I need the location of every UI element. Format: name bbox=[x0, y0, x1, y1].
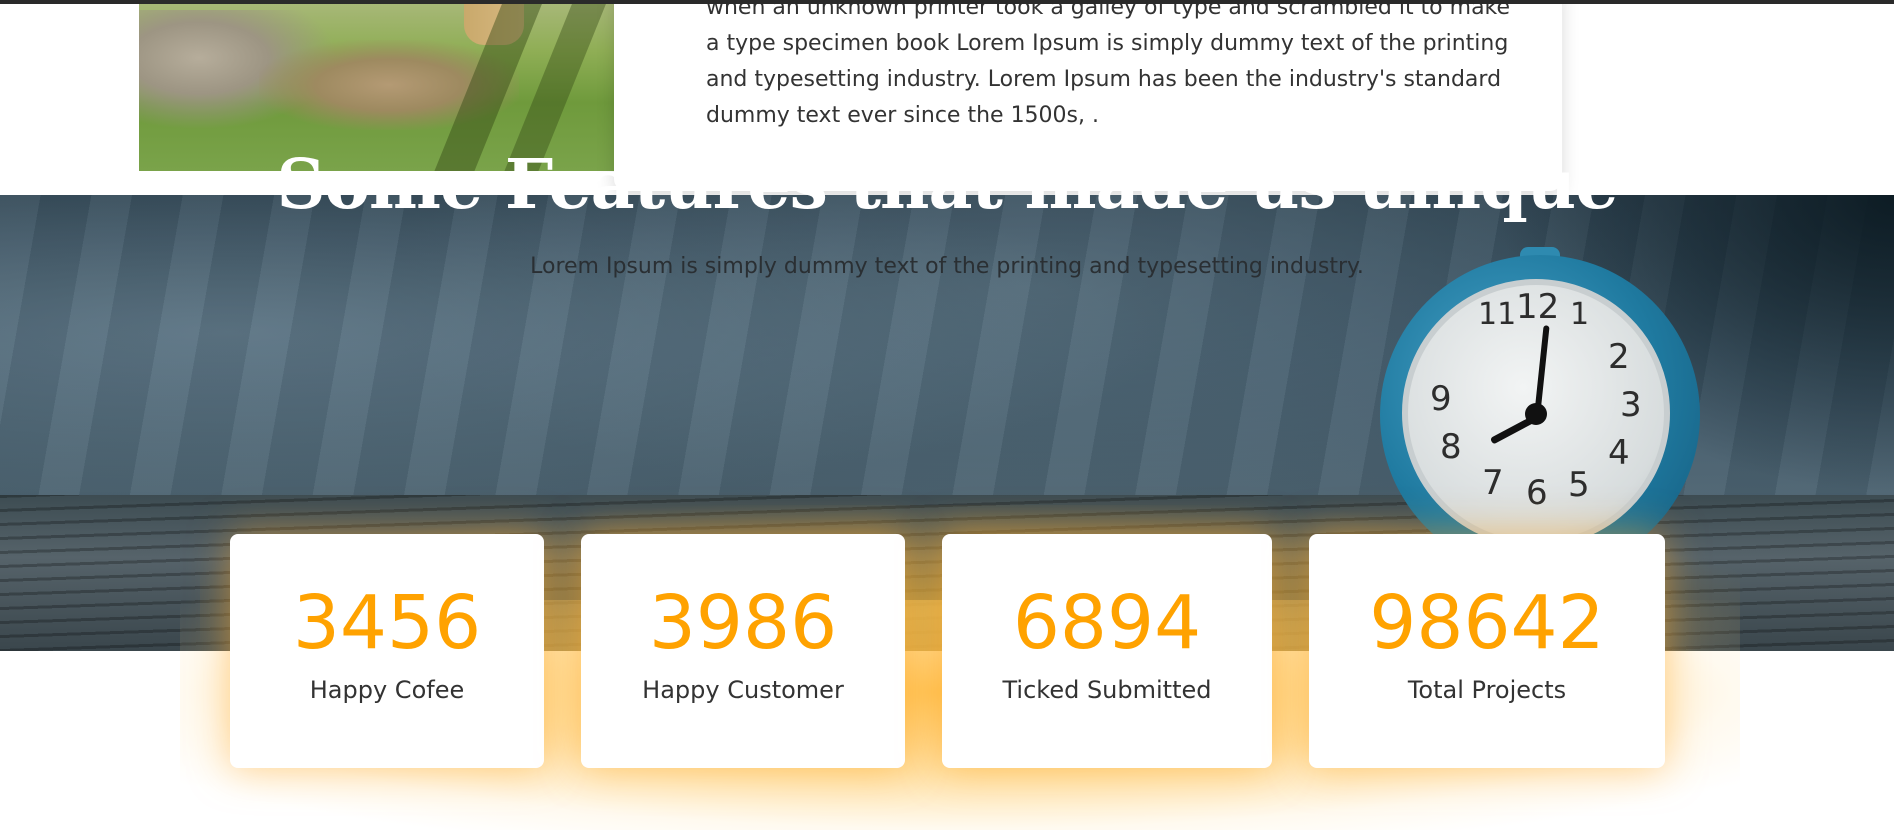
features-title: Some Features that made us unique bbox=[276, 145, 1619, 225]
stat-value: 3456 bbox=[292, 580, 482, 666]
stat-value: 3986 bbox=[648, 580, 838, 666]
about-paragraph: when an unknown printer took a galley of… bbox=[706, 0, 1511, 128]
stat-label: Happy Customer bbox=[642, 676, 844, 704]
stat-card-ticked-submitted: 6894 Ticked Submitted bbox=[942, 534, 1272, 768]
stat-card-happy-customer: 3986 Happy Customer bbox=[581, 534, 905, 768]
clock-image: 12 11 1 2 3 4 9 8 7 6 5 bbox=[1380, 247, 1700, 575]
features-subtitle: Lorem Ipsum is simply dummy text of the … bbox=[530, 254, 1364, 279]
stat-value: 6894 bbox=[1012, 580, 1202, 666]
stat-card-happy-cofee: 3456 Happy Cofee bbox=[230, 534, 544, 768]
stat-label: Total Projects bbox=[1407, 676, 1567, 704]
stat-card-total-projects: 98642 Total Projects bbox=[1309, 534, 1665, 768]
stat-label: Ticked Submitted bbox=[1002, 676, 1212, 704]
stat-value: 98642 bbox=[1369, 580, 1605, 666]
stat-label: Happy Cofee bbox=[309, 676, 465, 704]
top-border bbox=[0, 0, 1894, 4]
